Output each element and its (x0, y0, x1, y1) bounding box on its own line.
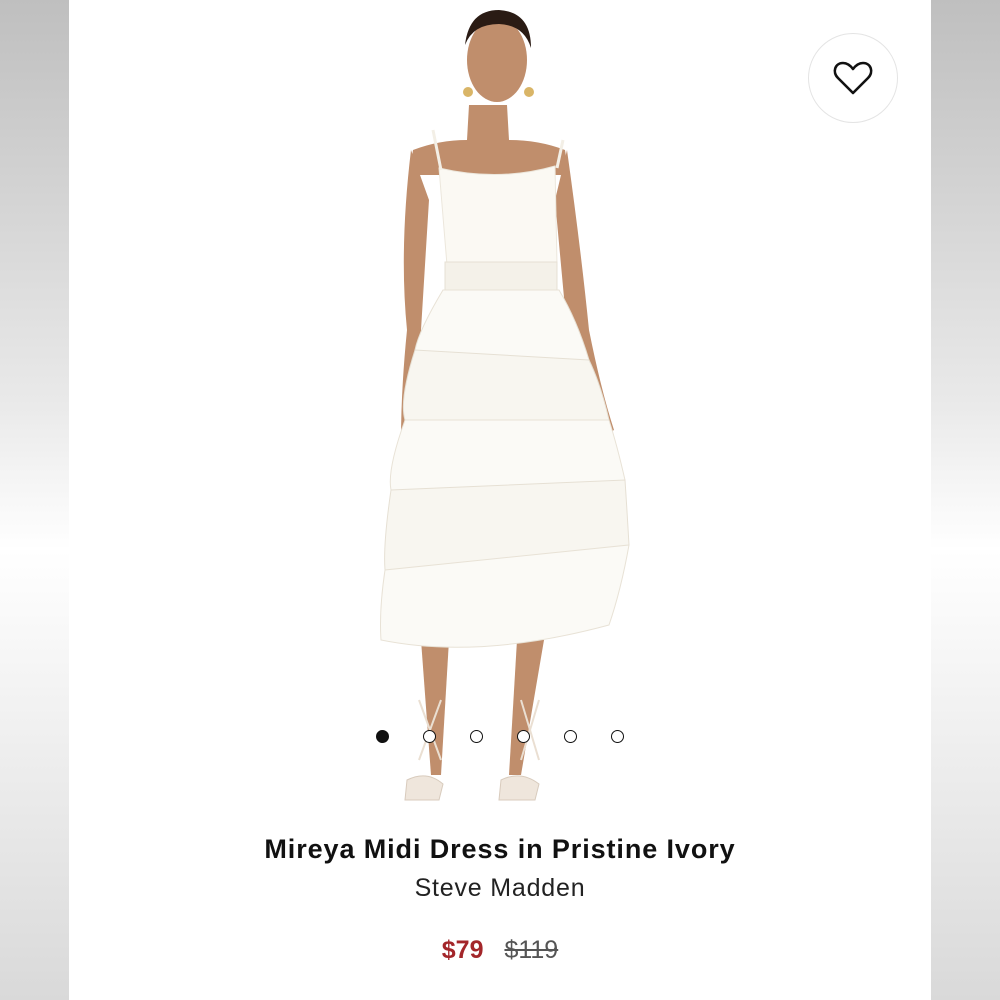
right-backdrop (931, 0, 1000, 1000)
sale-price: $79 (441, 936, 484, 964)
product-page: Mireya Midi Dress in Pristine Ivory Stev… (69, 0, 931, 1000)
gallery-dot-2[interactable] (423, 730, 436, 743)
product-title: Mireya Midi Dress in Pristine Ivory (264, 834, 736, 864)
original-price: $119 (504, 936, 559, 964)
gallery-dot-4[interactable] (517, 730, 530, 743)
heart-outline-icon (833, 61, 873, 95)
favorite-button[interactable] (808, 33, 898, 123)
gallery-dot-6[interactable] (611, 730, 624, 743)
brand-link[interactable]: Steve Madden (69, 874, 931, 903)
product-image[interactable] (69, 0, 931, 815)
price-block: $79 $119 (69, 936, 931, 965)
gallery-dot-1[interactable] (376, 730, 389, 743)
gallery-dot-5[interactable] (564, 730, 577, 743)
left-backdrop (0, 0, 69, 1000)
gallery-pagination (69, 730, 931, 750)
gallery-dot-3[interactable] (470, 730, 483, 743)
